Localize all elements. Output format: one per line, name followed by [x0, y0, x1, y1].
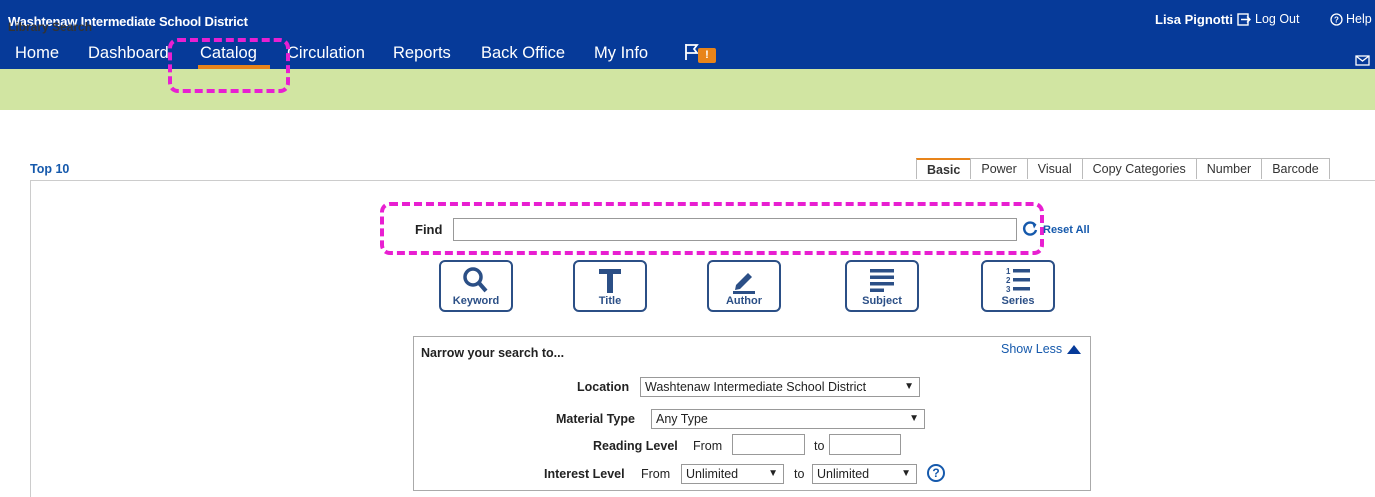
search-tabs: Basic Power Visual Copy Categories Numbe…: [916, 158, 1330, 180]
tab-copy-categories[interactable]: Copy Categories: [1081, 158, 1197, 179]
interest-to-value: Unlimited: [817, 467, 870, 481]
interest-from-select[interactable]: Unlimited ▼: [681, 464, 784, 484]
location-value: Washtenaw Intermediate School District: [645, 380, 867, 394]
logout-label: Log Out: [1255, 12, 1300, 26]
series-label: Series: [1001, 295, 1035, 307]
interest-from-label: From: [641, 467, 671, 481]
reading-to-input[interactable]: [829, 434, 901, 455]
help-icon: ?: [1330, 12, 1343, 26]
material-type-label: Material Type: [556, 412, 635, 426]
keyword-button[interactable]: Keyword: [439, 260, 513, 312]
help-label: Help: [1346, 12, 1372, 26]
chevron-down-icon: ▼: [909, 413, 919, 424]
svg-text:1: 1: [1006, 267, 1011, 276]
nav-home[interactable]: Home: [15, 44, 59, 63]
lines-icon: [870, 269, 894, 292]
location-select[interactable]: Washtenaw Intermediate School District ▼: [640, 377, 920, 397]
interest-level-label: Interest Level: [544, 467, 625, 481]
reading-from-label: From: [693, 439, 723, 453]
title-label: Title: [598, 295, 622, 307]
title-button[interactable]: Title: [573, 260, 647, 312]
triangle-up-icon: [1067, 344, 1082, 354]
author-button[interactable]: Author: [707, 260, 781, 312]
catalog-highlight: [168, 38, 290, 93]
reset-all-link[interactable]: Reset All: [1043, 224, 1090, 236]
mail-icon[interactable]: [1355, 55, 1370, 66]
material-type-select[interactable]: Any Type ▼: [651, 409, 925, 429]
reading-level-label: Reading Level: [593, 439, 678, 453]
narrow-title: Narrow your search to...: [421, 346, 565, 360]
logout-icon: [1237, 12, 1251, 26]
logout-button[interactable]: Log Out: [1237, 12, 1299, 26]
find-label: Find: [415, 222, 443, 237]
page-title: Library Search: [8, 20, 93, 34]
show-less-label: Show Less: [1001, 342, 1063, 356]
location-label: Location: [577, 380, 630, 394]
chevron-down-icon: ▼: [768, 468, 778, 479]
tab-number[interactable]: Number: [1195, 158, 1263, 179]
nav-my-info[interactable]: My Info: [594, 44, 648, 63]
search-icon: [463, 267, 488, 293]
notification-badge[interactable]: !: [698, 48, 716, 63]
nav-circulation[interactable]: Circulation: [287, 44, 365, 63]
find-input[interactable]: [453, 218, 1017, 241]
help-button[interactable]: ? Help: [1330, 12, 1372, 26]
svg-text:2: 2: [1006, 276, 1011, 285]
tab-power[interactable]: Power: [970, 158, 1028, 179]
tab-visual[interactable]: Visual: [1026, 158, 1083, 179]
material-type-value: Any Type: [656, 412, 708, 426]
interest-from-value: Unlimited: [686, 467, 739, 481]
author-label: Author: [725, 295, 763, 307]
subject-button[interactable]: Subject: [845, 260, 919, 312]
svg-text:?: ?: [1334, 15, 1339, 24]
nav-reports[interactable]: Reports: [393, 44, 451, 63]
nav-back-office[interactable]: Back Office: [481, 44, 565, 63]
show-less-toggle[interactable]: Show Less: [1001, 342, 1082, 356]
subject-label: Subject: [862, 295, 902, 307]
nav-dashboard[interactable]: Dashboard: [88, 44, 169, 63]
numbered-list-icon: 123: [1006, 267, 1030, 294]
user-name[interactable]: Lisa Pignotti: [1155, 12, 1233, 27]
chevron-down-icon: ▼: [904, 381, 914, 392]
help-question-icon[interactable]: ?: [927, 464, 945, 482]
interest-to-select[interactable]: Unlimited ▼: [812, 464, 917, 484]
interest-to-label: to: [794, 467, 805, 481]
series-button[interactable]: 123 Series: [981, 260, 1055, 312]
svg-text:3: 3: [1006, 285, 1011, 294]
reset-icon[interactable]: [1022, 220, 1039, 237]
top-10-link[interactable]: Top 10: [30, 162, 69, 176]
title-icon: [599, 269, 621, 293]
tab-barcode[interactable]: Barcode: [1261, 158, 1330, 179]
reading-from-input[interactable]: [732, 434, 805, 455]
tab-basic[interactable]: Basic: [916, 158, 972, 179]
chevron-down-icon: ▼: [901, 468, 911, 479]
pencil-icon: [733, 273, 755, 294]
keyword-label: Keyword: [452, 295, 500, 307]
reading-to-label: to: [814, 439, 825, 453]
